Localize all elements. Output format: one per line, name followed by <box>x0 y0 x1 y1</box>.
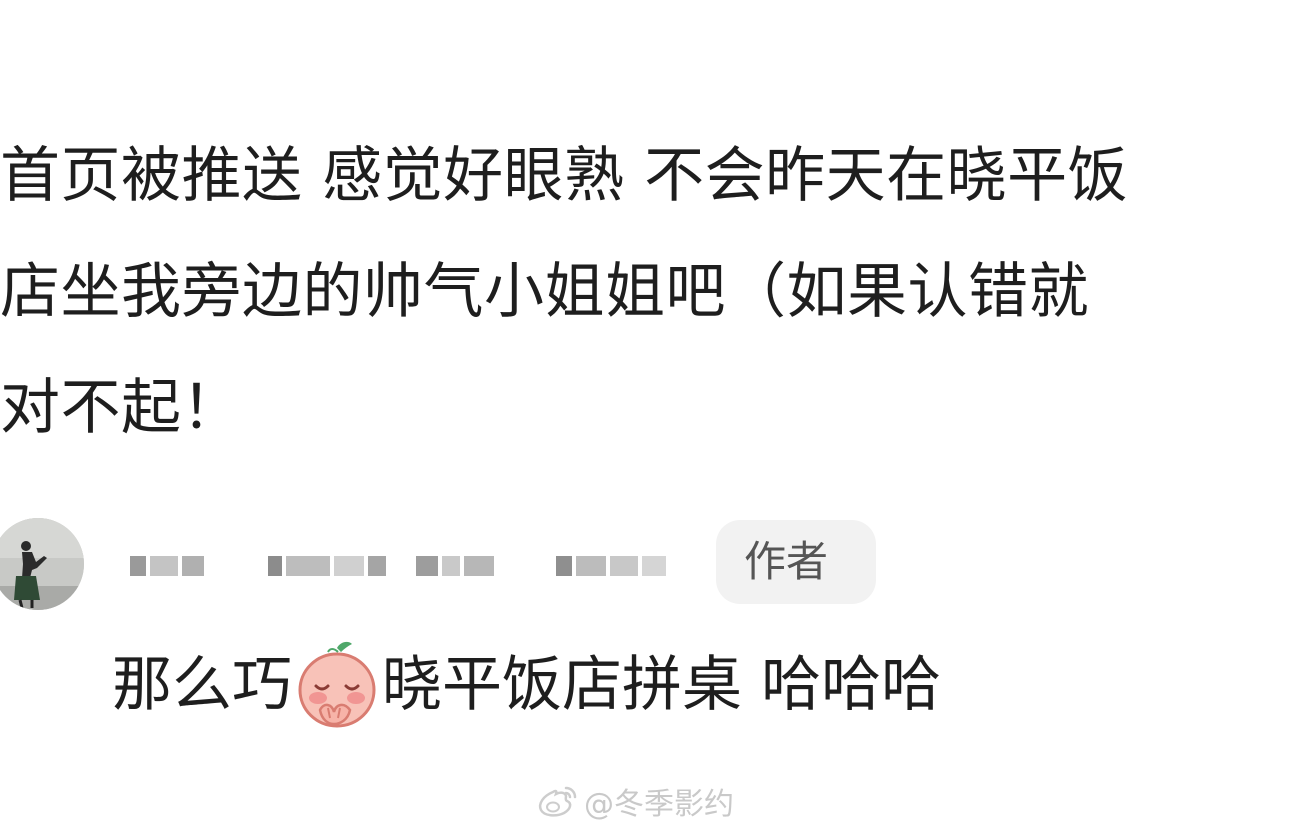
avatar[interactable] <box>0 518 84 610</box>
watermark-text: @冬季影约 <box>584 787 734 822</box>
watermark: @冬季影约 <box>536 778 734 824</box>
reply-text: 那么巧 晓平饭店拼桌 哈哈哈 <box>112 640 941 730</box>
reply-text-start: 那么巧 <box>112 650 292 720</box>
shy-peach-emoji-icon <box>294 640 380 730</box>
author-badge-label: 作者 <box>744 537 829 586</box>
comment-line: 首页被推送 感觉好眼熟 不会昨天在晓平饭 <box>0 141 1129 211</box>
username-blurred[interactable] <box>116 540 696 592</box>
avatar-photo <box>0 518 84 610</box>
comment-text: 首页被推送 感觉好眼熟 不会昨天在晓平饭 店坐我旁边的帅气小姐姐吧（如果认错就 … <box>0 118 1290 466</box>
reply-text-end: 晓平饭店拼桌 哈哈哈 <box>382 650 942 720</box>
comment-line: 对不起！ <box>0 373 242 443</box>
comment-line: 店坐我旁边的帅气小姐姐吧（如果认错就 <box>0 257 1089 327</box>
author-badge: 作者 <box>716 520 876 604</box>
weibo-icon <box>538 786 577 817</box>
